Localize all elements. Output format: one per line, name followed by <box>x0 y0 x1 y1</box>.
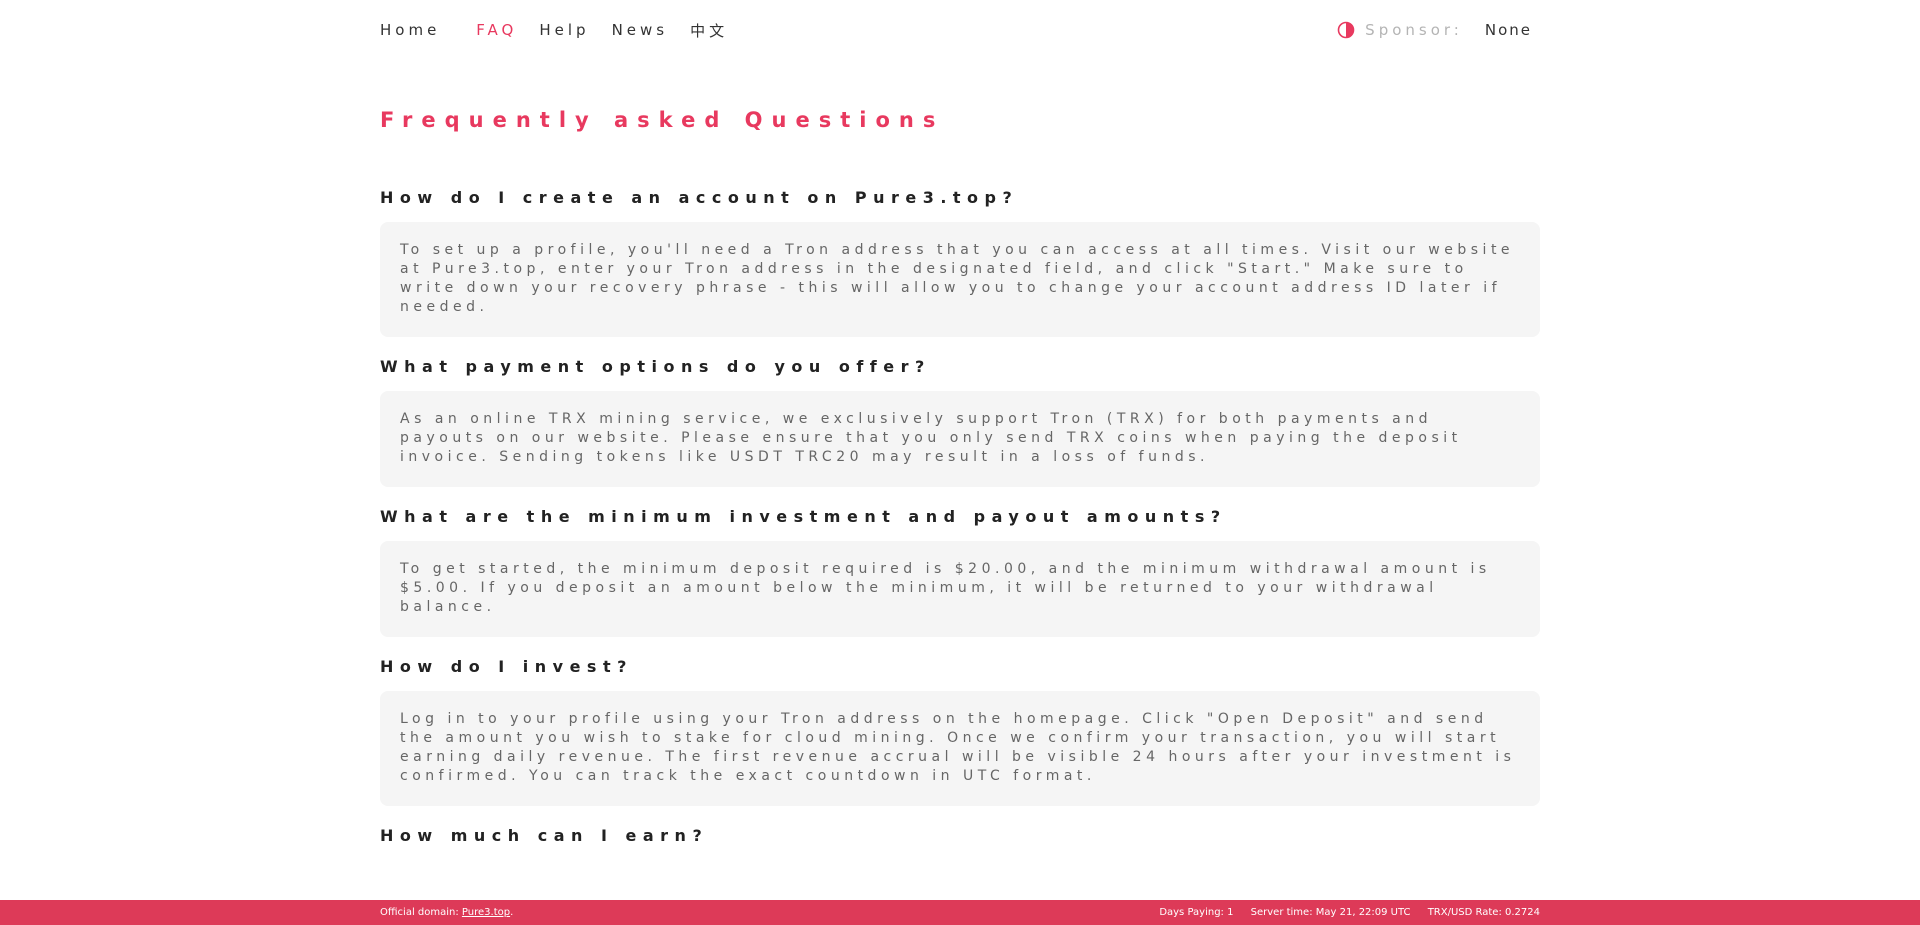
faq-answer: As an online TRX mining service, we excl… <box>380 391 1540 487</box>
faq-question: What are the minimum investment and payo… <box>380 507 1227 526</box>
footer-bar: Official domain: Pure3.top. Days Paying:… <box>0 900 1920 925</box>
faq-question: How do I invest? <box>380 657 633 676</box>
sponsor-area: Sponsor: None <box>1337 21 1540 39</box>
footer-stats: Days Paying: 1 Server time: May 21, 22:0… <box>1145 907 1540 918</box>
footer-inner: Official domain: Pure3.top. Days Paying:… <box>380 900 1540 925</box>
footer-days-paying: Days Paying: 1 <box>1159 907 1234 918</box>
footer-domain-label: Official domain: <box>380 907 459 918</box>
nav-language-link[interactable]: 中文 <box>690 20 728 41</box>
faq-answer: Log in to your profile using your Tron a… <box>380 691 1540 806</box>
header: Home FAQ Help News 中文 Sponsor: None <box>380 0 1540 60</box>
footer-server-time: Server time: May 21, 22:09 UTC <box>1250 907 1411 918</box>
sponsor-label: Sponsor: <box>1365 21 1463 39</box>
footer-domain-link[interactable]: Pure3.top <box>462 907 510 918</box>
faq-question: What payment options do you offer? <box>380 357 931 376</box>
nav-faq-link[interactable]: FAQ <box>476 21 517 39</box>
faq-answer: To set up a profile, you'll need a Tron … <box>380 222 1540 337</box>
nav-home-link[interactable]: Home <box>380 21 440 39</box>
faq-item: How do I create an account on Pure3.top?… <box>380 188 1540 337</box>
sponsor-value: None <box>1484 21 1532 39</box>
footer-domain: Official domain: Pure3.top. <box>380 907 513 918</box>
main-nav: Home FAQ Help News 中文 <box>380 20 750 41</box>
faq-question: How do I create an account on Pure3.top? <box>380 188 1019 207</box>
faq-item: How much can I earn? <box>380 826 1540 846</box>
footer-rate: TRX/USD Rate: 0.2724 <box>1427 907 1540 918</box>
faq-list: How do I create an account on Pure3.top?… <box>380 188 1540 846</box>
faq-answer: To get started, the minimum deposit requ… <box>380 541 1540 637</box>
contrast-icon[interactable] <box>1337 21 1355 39</box>
page-title: Frequently asked Questions <box>380 108 945 132</box>
faq-item: How do I invest? Log in to your profile … <box>380 657 1540 806</box>
faq-item: What are the minimum investment and payo… <box>380 507 1540 637</box>
faq-item: What payment options do you offer? As an… <box>380 357 1540 487</box>
page-container: Home FAQ Help News 中文 Sponsor: None Freq… <box>380 0 1540 866</box>
nav-news-link[interactable]: News <box>612 21 669 39</box>
footer-domain-suffix: . <box>510 907 514 918</box>
nav-help-link[interactable]: Help <box>539 21 589 39</box>
faq-question: How much can I earn? <box>380 826 709 845</box>
